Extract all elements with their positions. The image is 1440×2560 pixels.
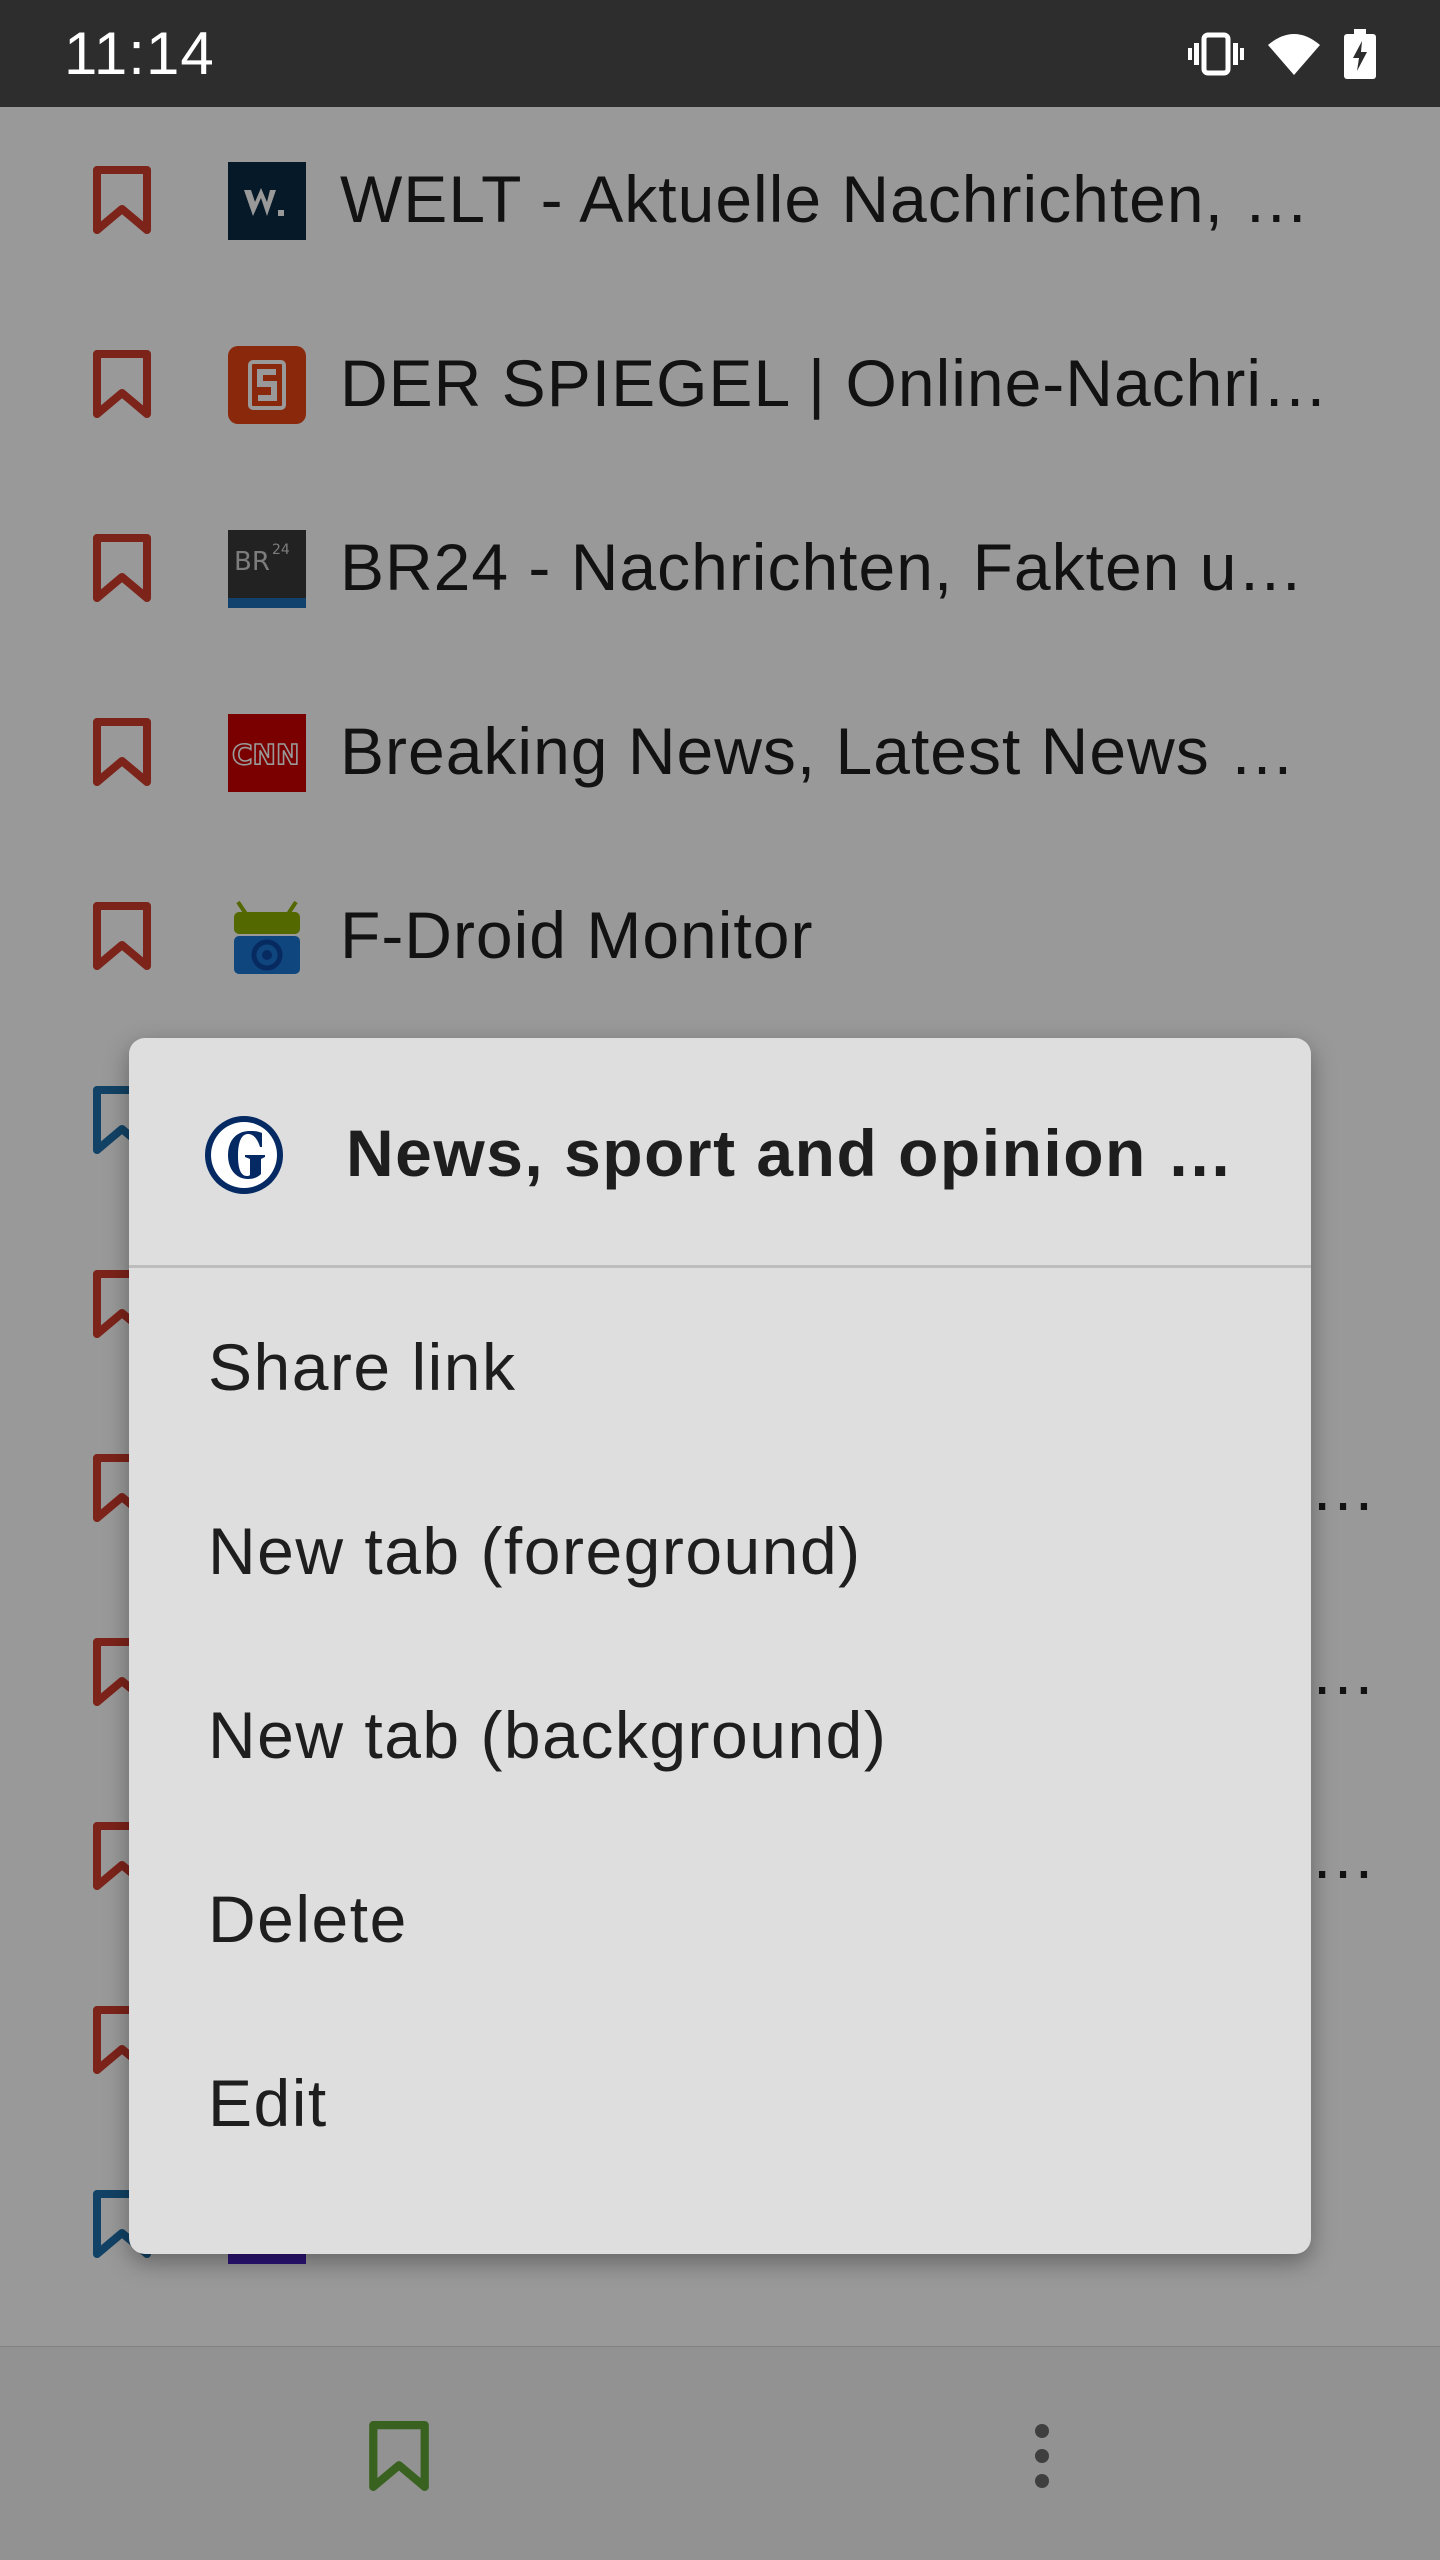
dialog-header: News, sport and opinion … — [129, 1038, 1311, 1268]
dialog-title: News, sport and opinion … — [346, 1116, 1235, 1190]
bookmark-context-dialog: News, sport and opinion … Share link New… — [129, 1038, 1311, 2254]
status-icons — [1188, 28, 1376, 79]
delete-item[interactable]: Delete — [129, 1827, 1311, 2011]
status-bar: 11:14 — [0, 0, 1440, 107]
share-link-item[interactable]: Share link — [129, 1275, 1311, 1459]
edit-item[interactable]: Edit — [129, 2011, 1311, 2195]
new-tab-background-item[interactable]: New tab (background) — [129, 1643, 1311, 1827]
vibrate-icon — [1188, 31, 1244, 77]
wifi-icon — [1266, 31, 1322, 77]
status-time: 11:14 — [64, 20, 215, 87]
guardian-logo-icon — [205, 1116, 283, 1194]
battery-charging-icon — [1344, 28, 1376, 79]
new-tab-foreground-item[interactable]: New tab (foreground) — [129, 1459, 1311, 1643]
